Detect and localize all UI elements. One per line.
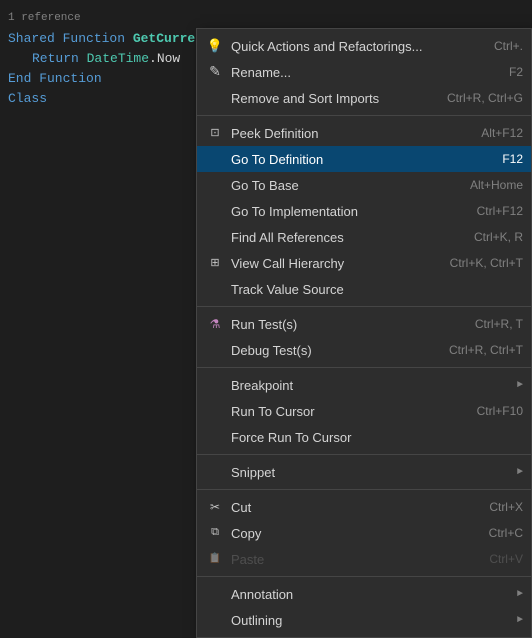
outlining-arrow: ►: [517, 615, 523, 626]
separator-1: [197, 115, 531, 116]
menu-label-breakpoint: Breakpoint: [231, 378, 509, 393]
paste-icon: 📋: [205, 549, 225, 569]
menu-item-rename[interactable]: ✎ Rename... F2: [197, 59, 531, 85]
menu-label-debug-tests: Debug Test(s): [231, 343, 433, 358]
separator-4: [197, 454, 531, 455]
flask-icon: ⚗: [205, 314, 225, 334]
menu-label-track-value-source: Track Value Source: [231, 282, 523, 297]
menu-item-view-call-hierarchy[interactable]: ⊞ View Call Hierarchy Ctrl+K, Ctrl+T: [197, 250, 531, 276]
menu-item-outlining[interactable]: Outlining ►: [197, 607, 531, 633]
context-menu: 💡 Quick Actions and Refactorings... Ctrl…: [196, 28, 532, 638]
menu-item-peek-definition[interactable]: ⊡ Peek Definition Alt+F12: [197, 120, 531, 146]
menu-shortcut-peek-definition: Alt+F12: [481, 126, 523, 140]
menu-label-paste: Paste: [231, 552, 473, 567]
menu-item-cut[interactable]: ✂ Cut Ctrl+X: [197, 494, 531, 520]
menu-shortcut-go-to-definition: F12: [502, 152, 523, 166]
menu-label-rename: Rename...: [231, 65, 493, 80]
menu-label-find-all-references: Find All References: [231, 230, 458, 245]
menu-item-paste: 📋 Paste Ctrl+V: [197, 546, 531, 572]
menu-label-remove-sort-imports: Remove and Sort Imports: [231, 91, 431, 106]
cut-icon: ✂: [205, 497, 225, 517]
menu-shortcut-remove-sort-imports: Ctrl+R, Ctrl+G: [447, 91, 523, 105]
menu-label-run-to-cursor: Run To Cursor: [231, 404, 461, 419]
menu-item-find-all-references[interactable]: Find All References Ctrl+K, R: [197, 224, 531, 250]
menu-label-annotation: Annotation: [231, 587, 509, 602]
separator-5: [197, 489, 531, 490]
menu-shortcut-find-all-references: Ctrl+K, R: [474, 230, 523, 244]
menu-label-outlining: Outlining: [231, 613, 509, 628]
menu-label-go-to-definition: Go To Definition: [231, 152, 486, 167]
menu-item-copy[interactable]: ⧉ Copy Ctrl+C: [197, 520, 531, 546]
menu-label-go-to-implementation: Go To Implementation: [231, 204, 461, 219]
menu-shortcut-run-to-cursor: Ctrl+F10: [477, 404, 523, 418]
menu-label-view-call-hierarchy: View Call Hierarchy: [231, 256, 434, 271]
reference-hint: 1 reference: [8, 12, 81, 24]
menu-label-peek-definition: Peek Definition: [231, 126, 465, 141]
peek-icon: ⊡: [205, 123, 225, 143]
snippet-arrow: ►: [517, 467, 523, 478]
menu-label-copy: Copy: [231, 526, 473, 541]
annotation-arrow: ►: [517, 589, 523, 600]
menu-item-force-run-to-cursor[interactable]: Force Run To Cursor: [197, 424, 531, 450]
menu-item-snippet[interactable]: Snippet ►: [197, 459, 531, 485]
menu-shortcut-go-to-implementation: Ctrl+F12: [477, 204, 523, 218]
breakpoint-arrow: ►: [517, 380, 523, 391]
lightbulb-icon: 💡: [205, 36, 225, 56]
menu-item-go-to-base[interactable]: Go To Base Alt+Home: [197, 172, 531, 198]
menu-label-force-run-to-cursor: Force Run To Cursor: [231, 430, 523, 445]
menu-shortcut-rename: F2: [509, 65, 523, 79]
menu-item-go-to-implementation[interactable]: Go To Implementation Ctrl+F12: [197, 198, 531, 224]
menu-label-cut: Cut: [231, 500, 473, 515]
separator-6: [197, 576, 531, 577]
menu-shortcut-run-tests: Ctrl+R, T: [475, 317, 523, 331]
menu-item-go-to-definition[interactable]: Go To Definition F12: [197, 146, 531, 172]
menu-item-run-to-cursor[interactable]: Run To Cursor Ctrl+F10: [197, 398, 531, 424]
menu-shortcut-go-to-base: Alt+Home: [470, 178, 523, 192]
menu-shortcut-paste: Ctrl+V: [489, 552, 523, 566]
menu-shortcut-cut: Ctrl+X: [489, 500, 523, 514]
rename-icon: ✎: [205, 62, 225, 82]
menu-label-quick-actions: Quick Actions and Refactorings...: [231, 39, 478, 54]
menu-label-run-tests: Run Test(s): [231, 317, 459, 332]
menu-item-annotation[interactable]: Annotation ►: [197, 581, 531, 607]
menu-label-go-to-base: Go To Base: [231, 178, 454, 193]
menu-item-remove-sort-imports[interactable]: Remove and Sort Imports Ctrl+R, Ctrl+G: [197, 85, 531, 111]
hierarchy-icon: ⊞: [205, 253, 225, 273]
separator-3: [197, 367, 531, 368]
menu-item-quick-actions[interactable]: 💡 Quick Actions and Refactorings... Ctrl…: [197, 33, 531, 59]
menu-label-snippet: Snippet: [231, 465, 509, 480]
menu-item-debug-tests[interactable]: Debug Test(s) Ctrl+R, Ctrl+T: [197, 337, 531, 363]
menu-shortcut-copy: Ctrl+C: [489, 526, 523, 540]
menu-shortcut-debug-tests: Ctrl+R, Ctrl+T: [449, 343, 523, 357]
menu-item-run-tests[interactable]: ⚗ Run Test(s) Ctrl+R, T: [197, 311, 531, 337]
menu-shortcut-quick-actions: Ctrl+.: [494, 39, 523, 53]
menu-item-breakpoint[interactable]: Breakpoint ►: [197, 372, 531, 398]
menu-item-track-value-source[interactable]: Track Value Source: [197, 276, 531, 302]
copy-icon: ⧉: [205, 523, 225, 543]
separator-2: [197, 306, 531, 307]
menu-shortcut-view-call-hierarchy: Ctrl+K, Ctrl+T: [450, 256, 523, 270]
